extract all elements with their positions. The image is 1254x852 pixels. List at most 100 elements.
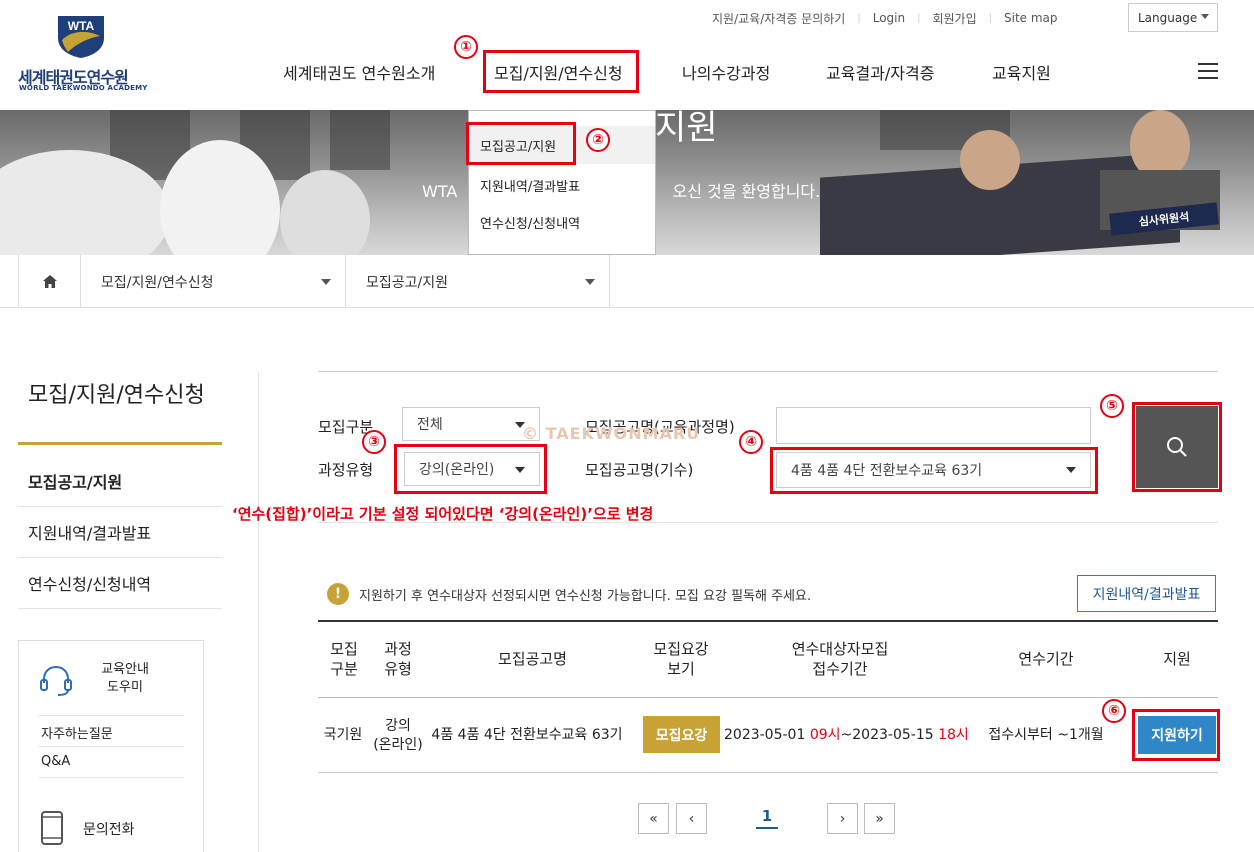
annotation-marker-2: ② — [586, 128, 610, 152]
annotation-marker-5: ⑤ — [1100, 394, 1124, 418]
row-category: 국기원 — [323, 727, 363, 743]
next-page-button[interactable]: › — [827, 803, 858, 834]
faq-link[interactable]: 자주하는질문 — [41, 723, 113, 742]
wta-emblem-icon: WTA — [58, 16, 104, 58]
help-box: 교육안내 도우미 자주하는질문 Q&A 문의전화 — [18, 640, 204, 852]
annotation-box-course-type — [394, 444, 547, 494]
table-header-border — [318, 697, 1218, 698]
nav-support[interactable]: 교육지원 — [992, 60, 1051, 84]
help-divider — [39, 715, 184, 716]
annotation-marker-3: ③ — [362, 430, 386, 454]
last-page-button[interactable]: » — [864, 803, 895, 834]
help-divider — [39, 777, 184, 778]
annotation-box-nav — [483, 50, 639, 93]
signup-link[interactable]: 회원가입 — [920, 10, 988, 27]
banner-title: 지원 — [655, 110, 718, 148]
period-separator: ~ — [840, 727, 853, 743]
language-select[interactable]: Language — [1128, 3, 1218, 32]
announcement-name-input[interactable] — [776, 407, 1091, 444]
help-divider — [39, 746, 184, 747]
banner-subtitle-left: WTA — [422, 182, 458, 201]
prev-page-button[interactable]: ‹ — [676, 803, 707, 834]
watermark: © TAEKWONMARU — [522, 424, 701, 443]
sitemap-link[interactable]: Site map — [992, 11, 1070, 25]
period-end-time: 18시 — [938, 727, 969, 743]
help-title: 교육안내 도우미 — [101, 662, 149, 696]
row-course-type: 강의 (온라인) — [373, 718, 423, 753]
utility-nav: 지원/교육/자격증 문의하기 | Login | 회원가입 | Site map — [700, 8, 1070, 28]
nav-about[interactable]: 세계태권도 연수원소개 — [283, 60, 435, 84]
notice-text: 지원하기 후 연수대상자 선정되시면 연수신청 가능합니다. 모집 요강 필독해… — [359, 589, 812, 604]
table-bottom-border — [318, 772, 1218, 773]
table-top-border — [318, 620, 1218, 622]
annotation-marker-4: ④ — [739, 430, 763, 454]
search-top-border — [318, 371, 1218, 372]
results-button[interactable]: 지원내역/결과발표 — [1077, 575, 1216, 612]
annotation-box-submenu — [466, 122, 576, 165]
annotation-box-search — [1132, 402, 1222, 492]
th-category: 모집 구분 — [330, 640, 358, 679]
chevron-down-icon — [585, 279, 595, 285]
course-type-label: 과정유형 — [318, 461, 374, 479]
current-page[interactable]: 1 — [756, 807, 778, 825]
guide-button[interactable]: 모집요강 — [643, 716, 720, 753]
lnb-item-results[interactable]: 지원내역/결과발표 — [18, 507, 222, 558]
login-link[interactable]: Login — [861, 11, 917, 25]
th-announcement-name: 모집공고명 — [497, 650, 567, 668]
th-training-period: 연수기간 — [1018, 650, 1074, 668]
annotation-marker-6: ⑥ — [1102, 699, 1126, 723]
lnb-title: 모집/지원/연수신청 — [28, 383, 205, 408]
mobile-phone-icon — [41, 811, 63, 845]
phone-label: 문의전화 — [83, 822, 135, 838]
breadcrumb-level2-label: 모집공고/지원 — [366, 274, 448, 291]
th-course-type: 과정 유형 — [384, 640, 412, 679]
category-select[interactable]: 전체 — [402, 407, 540, 441]
breadcrumb-level1-label: 모집/지원/연수신청 — [101, 274, 214, 291]
banner-figure — [960, 130, 1020, 190]
home-icon — [42, 275, 57, 288]
hamburger-menu-icon[interactable] — [1198, 63, 1218, 79]
current-page-underline — [756, 827, 778, 829]
lnb-item-recruitment[interactable]: 모집공고/지원 — [18, 456, 222, 507]
annotation-marker-1: ① — [454, 35, 478, 59]
headset-icon — [40, 665, 72, 696]
annotation-box-apply — [1132, 709, 1220, 761]
th-apply: 지원 — [1163, 650, 1191, 668]
banner-figure — [280, 170, 370, 255]
th-guide: 모집요강 보기 — [653, 640, 709, 679]
row-application-period: 2023-05-01 09시~2023-05-15 18시 — [724, 726, 969, 745]
chevron-down-icon — [1201, 14, 1209, 19]
qna-link[interactable]: Q&A — [41, 754, 70, 769]
exclamation-icon: ! — [327, 583, 349, 605]
breadcrumb-level2[interactable]: 모집공고/지원 — [345, 255, 610, 308]
th-application-period: 연수대상자모집 접수기간 — [791, 640, 889, 679]
instruction-note: ‘연수(집합)’이라고 기본 설정 되어있다면 ‘강의(온라인)’으로 변경 — [232, 505, 654, 523]
breadcrumb-level1[interactable]: 모집/지원/연수신청 — [80, 255, 345, 308]
submenu-item-training-application[interactable]: 연수신청/신청내역 — [469, 203, 655, 241]
inquiry-link[interactable]: 지원/교육/자격증 문의하기 — [700, 10, 857, 27]
logo-name-en: WORLD TAEKWONDO ACADEMY — [19, 84, 148, 92]
nav-my-courses[interactable]: 나의수강과정 — [682, 60, 770, 84]
period-start-date: 2023-05-01 — [724, 727, 806, 743]
banner-subtitle-right: 오신 것을 환영합니다. — [672, 182, 821, 201]
period-end-date: 2023-05-15 — [852, 727, 934, 743]
announcement-session-label: 모집공고명(기수) — [585, 461, 694, 479]
breadcrumb: 모집/지원/연수신청 모집공고/지원 — [0, 255, 1254, 308]
row-announcement-name: 4품 4품 4단 전환보수교육 63기 — [431, 727, 623, 743]
search-bottom-border — [318, 522, 1218, 523]
nav-results[interactable]: 교육결과/자격증 — [826, 60, 934, 84]
home-button[interactable] — [18, 255, 80, 308]
content-divider — [258, 372, 259, 852]
language-label: Language — [1138, 10, 1198, 25]
annotation-box-session — [770, 447, 1098, 494]
banner-bg-shape — [330, 110, 390, 170]
site-logo[interactable]: WTA 세계태권도연수원 WORLD TAEKWONDO ACADEMY — [18, 14, 148, 94]
lnb-divider — [18, 442, 222, 445]
submenu-item-results[interactable]: 지원내역/결과발표 — [469, 166, 655, 204]
logo-badge: WTA — [68, 19, 95, 33]
lnb-item-training-application[interactable]: 연수신청/신청내역 — [18, 558, 222, 609]
row-training-period: 접수시부터 ~1개월 — [988, 727, 1104, 743]
chevron-down-icon — [321, 279, 331, 285]
period-start-time: 09시 — [809, 727, 841, 743]
first-page-button[interactable]: « — [638, 803, 669, 834]
